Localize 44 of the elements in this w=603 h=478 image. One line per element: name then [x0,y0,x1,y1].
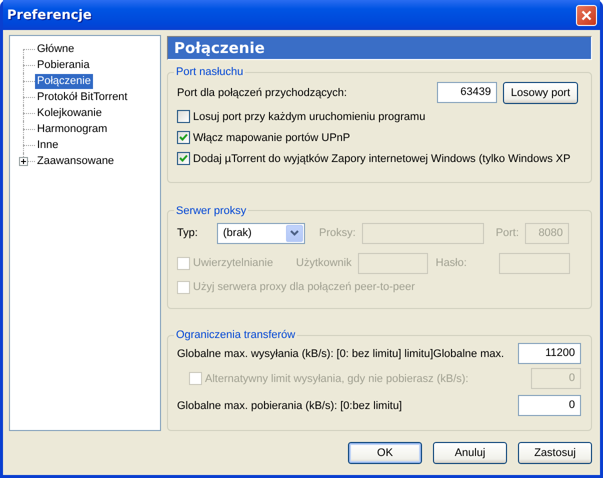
checkbox-label: Włącz mapowanie portów UPnP [193,132,350,144]
window-title: Preferencje [7,8,92,22]
checkbox[interactable] [177,110,190,123]
chevron-down-icon [290,230,299,236]
field-label: Użytkownik [296,257,352,270]
proxy-type-dropdown[interactable]: (brak) [217,222,305,244]
checkbox-label: Użyj serwera proxy dla połączeń peer-to-peer [193,281,415,294]
field-label: Globalne max. wysyłania (kB/s): [0: bez limitu] limitu]Globalne max. [177,348,504,360]
dialog-button[interactable]: OK [348,442,422,464]
sidebar-item[interactable]: Połączenie [35,74,93,88]
checkbox[interactable] [177,152,190,165]
field-label: Port dla połączeń przychodzących: [177,86,347,98]
sidebar-item[interactable]: Zaawansowane [35,154,116,168]
sidebar-item[interactable]: Protokół BitTorrent [35,90,130,104]
page-title: Połączenie [167,36,592,60]
group-title: Ograniczenia transferów [175,329,296,342]
random-port-button[interactable]: Losowy port [503,82,578,104]
field-label: Globalne max. pobierania (kB/s): [0:bez limitu] [177,400,402,412]
input-field[interactable]: 0 [518,395,581,416]
group-title: Serwer proksy [175,204,248,217]
expand-icon[interactable] [19,157,28,166]
sidebar-item[interactable]: Inne [35,138,60,152]
input-field[interactable]: 11200 [518,343,581,364]
close-button[interactable] [576,4,597,26]
checkbox-label: Alternatywny limit wysyłania, gdy nie pobierasz (kB/s): [205,372,468,385]
checkmark-icon [179,133,188,142]
checkbox-label: Dodaj µTorrent do wyjątków Zapory internetowej Windows (tylko Windows XP [193,152,570,164]
checkbox-label: Uwierzytelnianie [193,257,274,270]
input-field[interactable]: 63439 [437,82,497,103]
field-label: Hasło: [436,257,468,270]
dialog-button[interactable]: Zastosuj [518,442,592,464]
sidebar-item[interactable]: Pobierania [35,58,92,72]
sidebar-item[interactable]: Harmonogram [35,122,110,136]
field-label: Typ: [177,227,199,240]
sidebar-item[interactable]: Kolejkowanie [35,106,104,120]
dialog-button[interactable]: Anuluj [433,442,507,464]
field-label: Port: [496,227,519,240]
checkmark-icon [179,154,188,163]
checkbox-label: Losuj port przy każdym uruchomieniu programu [193,110,426,122]
field-label: Proksy: [319,227,356,240]
checkbox[interactable] [177,131,190,144]
sidebar-item[interactable]: Główne [35,42,76,56]
group-title: Port nasłuchu [175,66,244,78]
close-icon [581,10,592,20]
